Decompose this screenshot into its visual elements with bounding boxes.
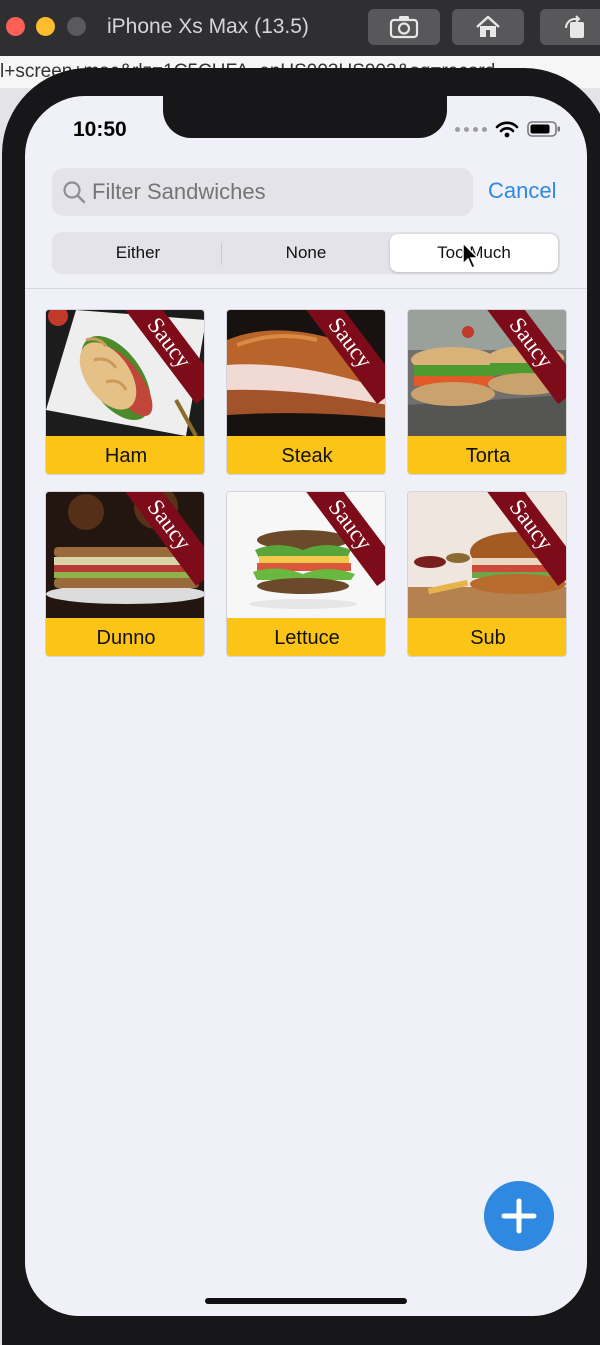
home-button[interactable] [452,9,524,45]
plus-icon [501,1198,537,1234]
simulator-titlebar: iPhone Xs Max (13.5) [0,0,600,56]
camera-icon [389,16,419,39]
sandwich-card-dunno[interactable]: Saucy Dunno [45,491,205,657]
zoom-window-button[interactable] [67,17,86,36]
home-indicator[interactable] [205,1298,407,1304]
search-icon [63,181,86,204]
screenshot-button[interactable] [368,9,440,45]
app-screen: 10:50 Cancel Either None Too Much [25,96,587,1316]
sandwich-card-ham[interactable]: Saucy Ham [45,309,205,475]
status-icons [455,120,561,138]
cancel-button[interactable]: Cancel [488,178,556,204]
sandwich-card-torta[interactable]: Saucy Torta [407,309,567,475]
search-field[interactable] [52,168,473,216]
wifi-icon [495,121,519,138]
mouse-cursor-icon [462,242,480,270]
add-sandwich-button[interactable] [484,1181,554,1251]
sandwich-name: Dunno [46,618,204,656]
rotate-icon [565,15,584,38]
sandwich-name: Lettuce [227,618,385,656]
battery-icon [527,121,560,137]
device-notch [163,96,447,138]
sandwich-name: Torta [408,436,566,474]
sandwich-card-sub[interactable]: Saucy Sub [407,491,567,657]
sandwich-card-lettuce[interactable]: Saucy Lettuce [226,491,386,657]
sandwich-name: Ham [46,436,204,474]
status-time: 10:50 [73,118,127,141]
window-title: iPhone Xs Max (13.5) [107,15,309,38]
sandwich-grid: Saucy Ham Saucy Steak Saucy Torta Saucy … [45,309,567,657]
sauce-filter-segmented-control: Either None Too Much [52,232,560,274]
sandwich-name: Steak [227,436,385,474]
sandwich-card-steak[interactable]: Saucy Steak [226,309,386,475]
close-window-button[interactable] [6,17,25,36]
search-bar: Cancel [52,168,572,216]
segment-either[interactable]: Either [54,234,222,272]
rotate-button[interactable] [540,9,600,45]
sandwich-name: Sub [408,618,566,656]
signal-dots-icon [455,126,487,132]
segment-none[interactable]: None [222,234,390,272]
minimize-window-button[interactable] [36,17,55,36]
search-input[interactable] [92,179,452,205]
header-divider [25,288,587,289]
home-icon [476,15,500,37]
